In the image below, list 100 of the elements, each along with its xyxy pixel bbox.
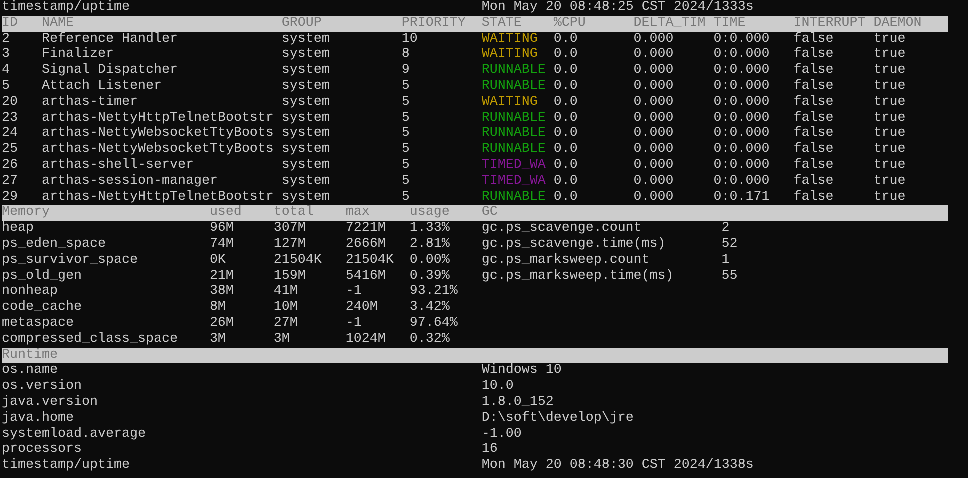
table-cell-text: true bbox=[874, 126, 907, 142]
table-cell-text: gc.ps_scavenge.count bbox=[482, 221, 643, 237]
table-cell-text: false bbox=[794, 78, 835, 95]
table-cell-text: java.version bbox=[2, 394, 99, 411]
table-cell-text: -1 bbox=[346, 284, 363, 300]
table-cell-text: java.home bbox=[2, 410, 75, 427]
table-cell-text: 307M bbox=[274, 221, 307, 237]
table-cell-text: gc.ps_scavenge.time(ms) bbox=[482, 236, 667, 253]
table-cell-text: true bbox=[874, 190, 907, 206]
column-header: DELTA_TIM bbox=[634, 16, 707, 32]
table-cell-text: 0K bbox=[210, 252, 227, 269]
table-cell-text: system bbox=[282, 32, 331, 48]
table-cell-text: system bbox=[282, 174, 331, 190]
table-cell-text: 4 bbox=[2, 63, 11, 79]
table-cell-text: 21504K bbox=[346, 252, 395, 269]
column-header: PRIORITY bbox=[402, 16, 467, 32]
table-cell-text: 3 bbox=[2, 47, 11, 64]
table-cell-text: 23 bbox=[2, 110, 19, 126]
table-cell-text: compressed_class_space bbox=[2, 332, 179, 348]
table-cell-text: true bbox=[874, 174, 907, 190]
table-cell: 1 bbox=[722, 252, 730, 269]
table-cell-text: 3M bbox=[210, 332, 227, 348]
table-cell-text: 5 bbox=[402, 78, 411, 95]
table-cell: 10.0 bbox=[482, 379, 514, 395]
table-cell-text: true bbox=[874, 94, 907, 111]
table-cell-text: 7221M bbox=[346, 221, 387, 237]
table-cell-text: 0.000 bbox=[634, 78, 675, 95]
table-cell: D:\soft\develop\jre bbox=[482, 410, 634, 427]
table-cell-text: WAITING bbox=[482, 47, 539, 64]
column-header: GC bbox=[482, 205, 498, 222]
table-cell-text: 0.000 bbox=[634, 94, 675, 111]
table-cell-text: 0.32% bbox=[410, 332, 451, 348]
table-cell-text: 8 bbox=[402, 47, 411, 64]
table-cell-text: 0:0.000 bbox=[714, 47, 771, 64]
table-cell: 52 bbox=[722, 236, 738, 253]
table-cell-text: system bbox=[282, 94, 331, 111]
table-cell-text: 5 bbox=[2, 78, 11, 95]
table-cell-text: 0.000 bbox=[634, 126, 675, 142]
table-cell: Mon May 20 08:48:25 CST 2024/1333s bbox=[482, 0, 754, 16]
column-header: DAEMON bbox=[874, 16, 923, 32]
table-cell-text: 2.81% bbox=[410, 236, 451, 253]
table-cell-text: gc.ps_marksweep.count bbox=[482, 252, 651, 269]
table-cell-text: false bbox=[794, 94, 835, 111]
table-cell-text: 9 bbox=[402, 63, 411, 79]
column-header: usage bbox=[410, 205, 451, 222]
table-cell-text: RUNNABLE bbox=[482, 190, 547, 206]
column-header: %CPU bbox=[554, 16, 587, 32]
table-cell-text: 0.0 bbox=[554, 47, 579, 64]
table-cell-text: 5 bbox=[402, 142, 411, 158]
table-cell-text: 26M bbox=[210, 316, 235, 332]
table-cell-text: true bbox=[874, 142, 907, 158]
table-cell-text: 0.0 bbox=[554, 63, 579, 79]
table-cell-text: os.name bbox=[2, 363, 59, 379]
column-header: INTERRUPT bbox=[794, 16, 867, 32]
table-cell-text: TIMED_WA bbox=[482, 174, 547, 190]
table-cell: 16 bbox=[482, 442, 498, 458]
column-header: NAME bbox=[42, 16, 75, 32]
table-cell-text: 159M bbox=[274, 268, 307, 284]
table-cell-text: 0.0 bbox=[554, 32, 579, 48]
table-cell-text: 2 bbox=[2, 32, 11, 48]
table-cell-text: Signal Dispatcher bbox=[42, 63, 179, 79]
table-cell-text: 25 bbox=[2, 142, 19, 158]
table-cell-text: 96M bbox=[210, 221, 235, 237]
table-cell-text: RUNNABLE bbox=[482, 63, 547, 79]
table-cell-text: 27 bbox=[2, 174, 19, 190]
table-cell-text: 0.000 bbox=[634, 32, 675, 48]
table-cell-text: 0.0 bbox=[554, 110, 579, 126]
column-header: TIME bbox=[714, 16, 747, 32]
table-cell-text: 27M bbox=[274, 316, 299, 332]
table-cell-text: RUNNABLE bbox=[482, 78, 547, 95]
table-cell-text: 0:0.000 bbox=[714, 78, 771, 95]
table-cell-text: 24 bbox=[2, 126, 19, 142]
table-cell-text: arthas-NettyHttpTelnetBootstr bbox=[42, 110, 275, 126]
table-cell-text: 1.33% bbox=[410, 221, 451, 237]
table-cell-text: 0:0.000 bbox=[714, 110, 771, 126]
table-cell-text: 127M bbox=[274, 236, 307, 253]
table-cell-text: WAITING bbox=[482, 32, 539, 48]
table-cell-text: TIMED_WA bbox=[482, 158, 547, 174]
table-cell-text: 97.64% bbox=[410, 316, 459, 332]
table-cell-text: RUNNABLE bbox=[482, 142, 547, 158]
table-cell-text: arthas-shell-server bbox=[42, 158, 195, 174]
table-cell-text: 0.000 bbox=[634, 63, 675, 79]
table-cell-text: systemload.average bbox=[2, 426, 147, 442]
table-cell-text: 29 bbox=[2, 190, 19, 206]
table-cell-text: false bbox=[794, 142, 835, 158]
table-cell-text: metaspace bbox=[2, 316, 75, 332]
table-cell-text: false bbox=[794, 158, 835, 174]
table-cell-text: 3M bbox=[274, 332, 291, 348]
table-cell-text: 1024M bbox=[346, 332, 387, 348]
table-cell-text: 0.0 bbox=[554, 94, 579, 111]
table-cell-text: false bbox=[794, 126, 835, 142]
table-cell-text: ps_old_gen bbox=[2, 268, 83, 284]
table-cell-text: code_cache bbox=[2, 300, 83, 316]
table-cell-text: 5 bbox=[402, 126, 411, 142]
table-cell-text: 5 bbox=[402, 174, 411, 190]
table-cell-text: processors bbox=[2, 442, 83, 458]
table-cell-text: system bbox=[282, 126, 331, 142]
table-cell-text: RUNNABLE bbox=[482, 110, 547, 126]
table-cell-text: 0:0.000 bbox=[714, 63, 771, 79]
table-cell-text: Finalizer bbox=[42, 47, 115, 63]
